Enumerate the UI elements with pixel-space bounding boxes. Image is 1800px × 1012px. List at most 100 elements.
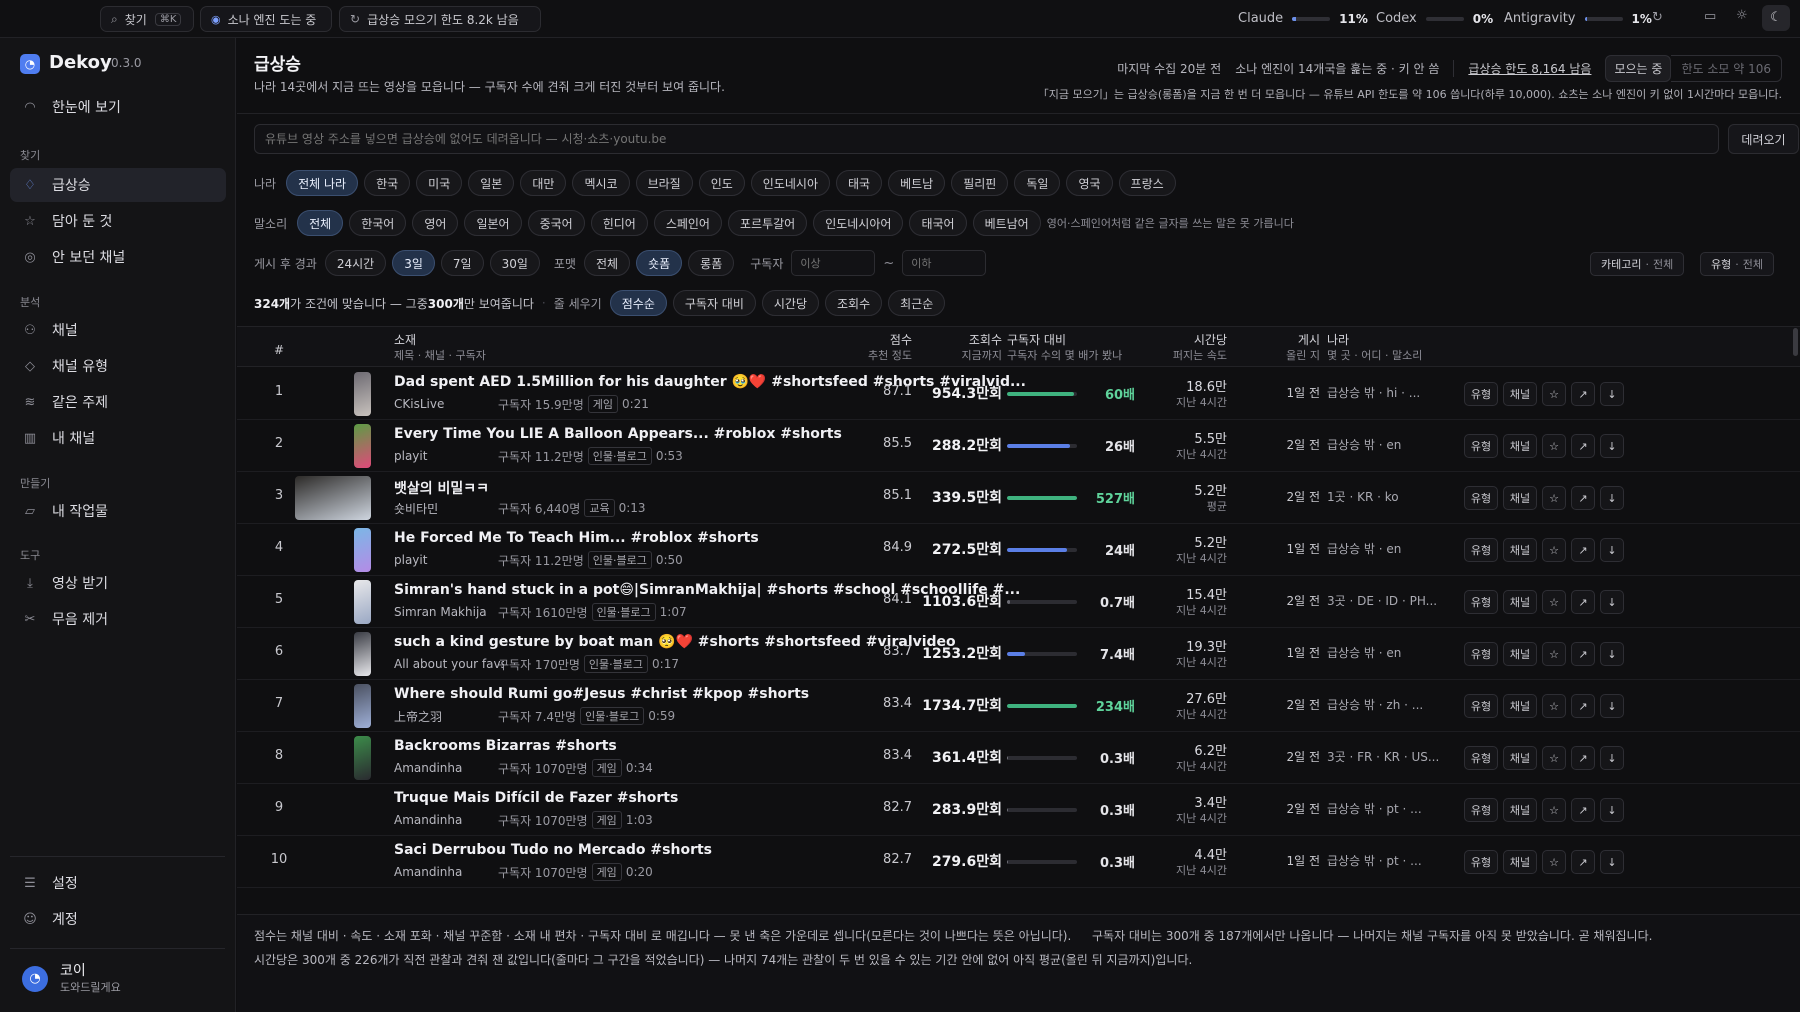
- type-dropdown[interactable]: 유형 · 전체: [1700, 252, 1774, 276]
- nav-account[interactable]: ☺ 계정: [10, 902, 226, 936]
- country-chip-14[interactable]: 프랑스: [1118, 170, 1176, 196]
- country-chip-4[interactable]: 대만: [520, 170, 567, 196]
- nav-same-topic[interactable]: ≋ 같은 주제: [10, 385, 226, 419]
- star-icon[interactable]: ☆: [1542, 694, 1566, 718]
- moon-icon[interactable]: ☾: [1762, 5, 1790, 31]
- sort-chip-3[interactable]: 조회수: [825, 290, 883, 316]
- type-button[interactable]: 유형: [1464, 538, 1498, 562]
- star-icon[interactable]: ☆: [1542, 382, 1566, 406]
- language-chip-9[interactable]: 태국어: [909, 210, 967, 236]
- channel-name[interactable]: Simran Makhija: [394, 605, 504, 619]
- channel-button[interactable]: 채널: [1503, 538, 1537, 562]
- type-button[interactable]: 유형: [1464, 798, 1498, 822]
- table-row[interactable]: 8 Backrooms Bizarras #shorts Amandinha 구…: [237, 732, 1800, 784]
- open-external-icon[interactable]: ↗: [1571, 486, 1595, 510]
- download-icon[interactable]: ↓: [1600, 850, 1624, 874]
- country-chip-1[interactable]: 한국: [364, 170, 411, 196]
- subs-min-input[interactable]: [791, 250, 876, 276]
- period-chip-3[interactable]: 30일: [489, 250, 540, 276]
- subs-max-input[interactable]: [902, 250, 987, 276]
- star-icon[interactable]: ☆: [1542, 486, 1566, 510]
- channel-name[interactable]: 숏비타민: [394, 500, 504, 517]
- video-title[interactable]: Truque Mais Difícil de Fazer #shorts: [394, 790, 678, 806]
- sort-chip-4[interactable]: 최근순: [888, 290, 946, 316]
- format-chip-2[interactable]: 롱폼: [688, 250, 735, 276]
- period-chip-0[interactable]: 24시간: [324, 250, 387, 276]
- channel-name[interactable]: CKisLive: [394, 397, 504, 411]
- download-icon[interactable]: ↓: [1600, 486, 1624, 510]
- channel-name[interactable]: playit: [394, 553, 504, 567]
- country-chip-11[interactable]: 필리핀: [951, 170, 1009, 196]
- open-external-icon[interactable]: ↗: [1571, 434, 1595, 458]
- video-title[interactable]: Every Time You LIE A Balloon Appears... …: [394, 426, 842, 442]
- quota-remaining[interactable]: 급상승 한도 8,164 남음: [1468, 60, 1591, 77]
- country-chip-8[interactable]: 인도네시아: [750, 170, 830, 196]
- type-button[interactable]: 유형: [1464, 642, 1498, 666]
- language-chip-6[interactable]: 스페인어: [653, 210, 722, 236]
- country-chip-6[interactable]: 브라질: [635, 170, 693, 196]
- col-views[interactable]: 조회수: [969, 331, 1002, 348]
- user-avatar[interactable]: ◔: [22, 966, 48, 992]
- star-icon[interactable]: ☆: [1542, 642, 1566, 666]
- sort-chip-0[interactable]: 점수순: [609, 290, 667, 316]
- open-external-icon[interactable]: ↗: [1571, 694, 1595, 718]
- country-chip-10[interactable]: 베트남: [888, 170, 946, 196]
- download-icon[interactable]: ↓: [1600, 590, 1624, 614]
- open-external-icon[interactable]: ↗: [1571, 798, 1595, 822]
- nav-my-channel[interactable]: ▥ 내 채널: [10, 421, 226, 455]
- table-row[interactable]: 10 Saci Derrubou Tudo no Mercado #shorts…: [237, 836, 1800, 888]
- period-chip-2[interactable]: 7일: [440, 250, 484, 276]
- type-button[interactable]: 유형: [1464, 486, 1498, 510]
- download-icon[interactable]: ↓: [1600, 642, 1624, 666]
- format-chip-0[interactable]: 전체: [583, 250, 631, 276]
- language-chip-3[interactable]: 일본어: [464, 210, 522, 236]
- channel-name[interactable]: Amandinha: [394, 761, 504, 775]
- video-thumbnail[interactable]: [295, 476, 371, 520]
- channel-name[interactable]: playit: [394, 449, 504, 463]
- channel-name[interactable]: All about your favs: [394, 657, 504, 671]
- video-title[interactable]: Where should Rumi go#Jesus #christ #kpop…: [394, 686, 809, 702]
- nav-trending[interactable]: ♢ 급상승: [10, 168, 226, 202]
- col-score[interactable]: 점수: [890, 331, 912, 348]
- nav-unseen-channels[interactable]: ◎ 안 보던 채널: [10, 240, 226, 274]
- table-row[interactable]: 2 Every Time You LIE A Balloon Appears..…: [237, 420, 1800, 472]
- col-ratio[interactable]: 구독자 대비: [1007, 331, 1066, 348]
- table-row[interactable]: 4 He Forced Me To Teach Him... #roblox #…: [237, 524, 1800, 576]
- video-thumbnail[interactable]: [354, 528, 371, 572]
- country-chip-13[interactable]: 영국: [1066, 170, 1113, 196]
- col-hourly[interactable]: 시간당: [1194, 331, 1227, 348]
- star-icon[interactable]: ☆: [1542, 746, 1566, 770]
- table-row[interactable]: 5 Simran's hand stuck in a pot😄|SimranMa…: [237, 576, 1800, 628]
- language-chip-1[interactable]: 한국어: [349, 210, 407, 236]
- channel-button[interactable]: 채널: [1503, 850, 1537, 874]
- type-button[interactable]: 유형: [1464, 434, 1498, 458]
- language-chip-2[interactable]: 영어: [412, 210, 459, 236]
- download-icon[interactable]: ↓: [1600, 538, 1624, 562]
- channel-name[interactable]: Amandinha: [394, 813, 504, 827]
- col-subject[interactable]: 소재: [394, 331, 416, 348]
- country-chip-9[interactable]: 태국: [836, 170, 883, 196]
- sort-chip-2[interactable]: 시간당: [761, 290, 819, 316]
- country-chip-0[interactable]: 전체 나라: [286, 170, 359, 196]
- format-chip-1[interactable]: 숏폼: [636, 250, 683, 276]
- sona-engine-status[interactable]: ◉ 소나 엔진 도는 중: [200, 6, 332, 32]
- sun-icon[interactable]: ☼: [1736, 8, 1748, 23]
- channel-button[interactable]: 채널: [1503, 382, 1537, 406]
- type-button[interactable]: 유형: [1464, 850, 1498, 874]
- country-chip-5[interactable]: 멕시코: [572, 170, 630, 196]
- video-thumbnail[interactable]: [354, 372, 371, 416]
- video-thumbnail[interactable]: [354, 632, 371, 676]
- language-chip-5[interactable]: 힌디어: [590, 210, 648, 236]
- download-icon[interactable]: ↓: [1600, 694, 1624, 718]
- reload-icon[interactable]: ↻: [1652, 10, 1663, 25]
- category-dropdown[interactable]: 카테고리 · 전체: [1590, 252, 1685, 276]
- channel-button[interactable]: 채널: [1503, 434, 1537, 458]
- language-chip-8[interactable]: 인도네시아어: [813, 210, 904, 236]
- video-title[interactable]: Backrooms Bizarras #shorts: [394, 738, 617, 754]
- open-external-icon[interactable]: ↗: [1571, 746, 1595, 770]
- download-icon[interactable]: ↓: [1600, 798, 1624, 822]
- open-external-icon[interactable]: ↗: [1571, 382, 1595, 406]
- channel-button[interactable]: 채널: [1503, 590, 1537, 614]
- language-chip-4[interactable]: 중국어: [527, 210, 585, 236]
- sort-chip-1[interactable]: 구독자 대비: [672, 290, 756, 316]
